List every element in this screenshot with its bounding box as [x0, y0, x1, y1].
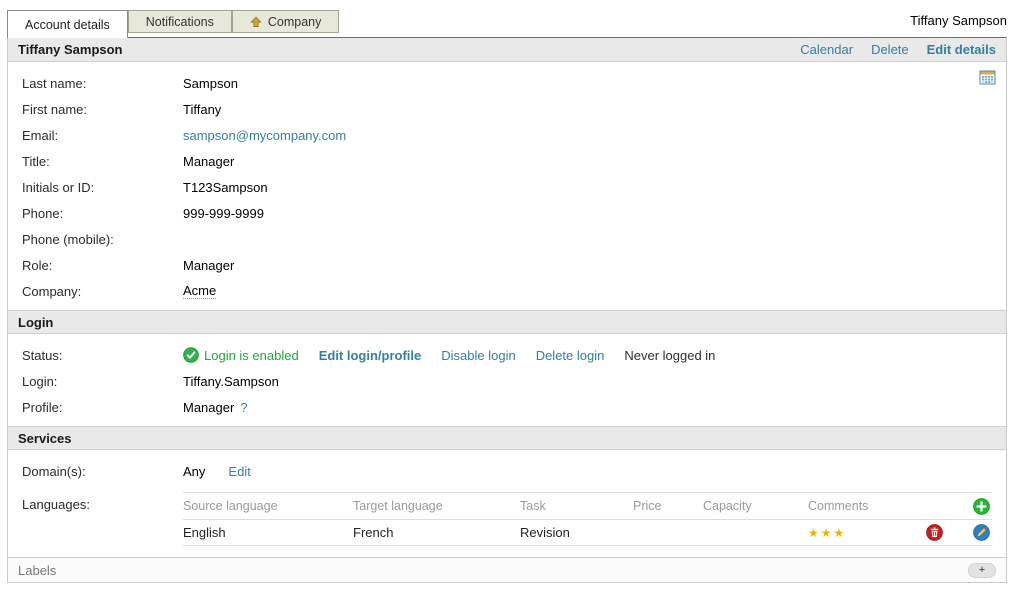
field-label: Last name:: [22, 76, 183, 91]
page-title: Tiffany Sampson: [18, 42, 123, 57]
col-target-language: Target language: [353, 499, 520, 513]
labels-section-header: Labels +: [8, 557, 1006, 582]
email-link[interactable]: sampson@mycompany.com: [183, 128, 346, 143]
account-fields-section: Last name: Sampson First name: Tiffany E…: [8, 62, 1006, 310]
delete-link[interactable]: Delete: [871, 42, 909, 57]
profile-row: Profile: Manager ?: [8, 394, 1006, 420]
field-row-role: Role: Manager: [8, 252, 1006, 278]
field-row-title: Title: Manager: [8, 148, 1006, 174]
calendar-icon[interactable]: [979, 69, 996, 86]
languages-label: Languages:: [22, 492, 183, 512]
tab-account-details-label: Account details: [25, 18, 110, 32]
field-row-phone: Phone: 999-999-9999: [8, 200, 1006, 226]
services-section-title: Services: [18, 431, 72, 446]
comments-stars: ★★★: [808, 526, 926, 540]
disable-login-link[interactable]: Disable login: [441, 348, 515, 363]
login-section: Status: Login is enabled Edit login/prof…: [8, 334, 1006, 426]
field-label: Title:: [22, 154, 183, 169]
field-label: Login:: [22, 374, 183, 389]
tab-account-details[interactable]: Account details: [7, 10, 128, 38]
table-header-actions: [926, 498, 992, 515]
delete-login-link[interactable]: Delete login: [536, 348, 605, 363]
field-label: Domain(s):: [22, 464, 183, 479]
domains-edit-link[interactable]: Edit: [228, 464, 250, 479]
up-arrow-icon: [250, 16, 262, 28]
field-label: Status:: [22, 348, 183, 363]
profile-help-link[interactable]: ?: [240, 400, 247, 415]
field-value: Sampson: [183, 76, 238, 91]
calendar-link[interactable]: Calendar: [800, 42, 853, 57]
login-section-title: Login: [18, 315, 53, 330]
status-text: Login is enabled: [204, 348, 299, 363]
field-row-phone-mobile: Phone (mobile):: [8, 226, 1006, 252]
services-section: Domain(s): Any Edit Languages: Source la…: [8, 450, 1006, 582]
cell-task: Revision: [520, 525, 633, 540]
login-section-header: Login: [8, 310, 1006, 334]
tab-company-label: Company: [268, 15, 322, 29]
field-value: Manager: [183, 154, 234, 169]
add-label-button[interactable]: +: [968, 563, 996, 578]
field-label: First name:: [22, 102, 183, 117]
field-label: Role:: [22, 258, 183, 273]
account-details-panel: Tiffany Sampson Calendar Delete Edit det…: [7, 37, 1007, 583]
status-enabled: Login is enabled: [183, 347, 299, 363]
field-label: Email:: [22, 128, 183, 143]
profile-value: Manager: [183, 400, 234, 415]
col-comments: Comments: [808, 499, 926, 513]
cell-source: English: [183, 525, 353, 540]
company-value: Acme: [183, 283, 216, 299]
tab-bar: Account details Notifications Company Ti…: [0, 0, 1014, 37]
header-actions: Calendar Delete Edit details: [800, 42, 996, 57]
tab-notifications[interactable]: Notifications: [128, 10, 232, 33]
status-items: Login is enabled Edit login/profile Disa…: [183, 347, 715, 363]
row-actions: [926, 524, 992, 541]
field-row-first-name: First name: Tiffany: [8, 96, 1006, 122]
domains-value: Any: [183, 464, 205, 479]
edit-login-profile-link[interactable]: Edit login/profile: [319, 348, 422, 363]
field-row-initials: Initials or ID: T123Sampson: [8, 174, 1006, 200]
labels-section-title: Labels: [18, 563, 56, 578]
languages-block: Languages: Source language Target langua…: [8, 492, 1006, 546]
field-value: 999-999-9999: [183, 206, 264, 221]
services-section-header: Services: [8, 426, 1006, 450]
field-label: Initials or ID:: [22, 180, 183, 195]
field-value: Manager: [183, 258, 234, 273]
languages-table: Source language Target language Task Pri…: [183, 492, 992, 546]
field-value: Tiffany: [183, 102, 221, 117]
field-label: Profile:: [22, 400, 183, 415]
field-label: Phone (mobile):: [22, 232, 183, 247]
field-value: T123Sampson: [183, 180, 268, 195]
never-logged-in-text: Never logged in: [624, 348, 715, 363]
languages-table-header: Source language Target language Task Pri…: [183, 493, 992, 520]
tab-notifications-label: Notifications: [146, 15, 214, 29]
check-circle-icon: [183, 347, 199, 363]
domains-row: Domain(s): Any Edit: [8, 458, 1006, 484]
current-user-name: Tiffany Sampson: [910, 10, 1007, 28]
field-row-email: Email: sampson@mycompany.com: [8, 122, 1006, 148]
col-task: Task: [520, 499, 633, 513]
field-label: Company:: [22, 284, 183, 299]
login-row: Login: Tiffany.Sampson: [8, 368, 1006, 394]
col-capacity: Capacity: [703, 499, 808, 513]
edit-details-link[interactable]: Edit details: [927, 42, 996, 57]
cell-target: French: [353, 525, 520, 540]
delete-language-icon[interactable]: [926, 524, 943, 541]
status-row: Status: Login is enabled Edit login/prof…: [8, 342, 1006, 368]
edit-language-icon[interactable]: [973, 524, 990, 541]
col-price: Price: [633, 499, 703, 513]
panel-header: Tiffany Sampson Calendar Delete Edit det…: [8, 38, 1006, 62]
language-row: English French Revision ★★★: [183, 520, 992, 546]
field-label: Phone:: [22, 206, 183, 221]
field-row-company: Company: Acme: [8, 278, 1006, 304]
add-language-icon[interactable]: [973, 498, 990, 515]
col-source-language: Source language: [183, 499, 353, 513]
field-row-last-name: Last name: Sampson: [8, 70, 1006, 96]
tab-company[interactable]: Company: [232, 10, 340, 33]
login-value: Tiffany.Sampson: [183, 374, 279, 389]
